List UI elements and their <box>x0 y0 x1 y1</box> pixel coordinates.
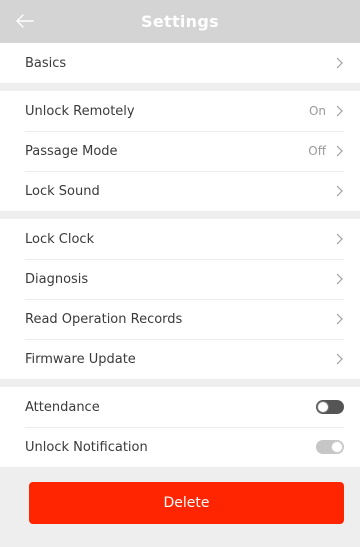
chevron-right-icon <box>334 104 344 118</box>
attendance-label: Attendance <box>25 399 100 415</box>
basics-label: Basics <box>25 55 67 71</box>
back-button[interactable] <box>12 8 38 34</box>
chevron-right-icon <box>334 352 344 366</box>
chevron-right-icon <box>334 56 344 70</box>
access-group: Unlock Remotely On Passage Mode Off Lock… <box>0 91 360 211</box>
passage-mode-label: Passage Mode <box>25 143 118 159</box>
delete-button[interactable]: Delete <box>29 482 344 524</box>
lock-clock-row[interactable]: Lock Clock <box>0 219 360 259</box>
firmware-update-row[interactable]: Firmware Update <box>0 339 360 379</box>
section-divider <box>0 83 360 91</box>
chevron-right-icon <box>334 184 344 198</box>
passage-mode-row[interactable]: Passage Mode Off <box>0 131 360 171</box>
lock-sound-label: Lock Sound <box>25 183 100 199</box>
page-title: Settings <box>141 12 219 31</box>
footer: Delete <box>0 467 360 524</box>
unlock-notification-label: Unlock Notification <box>25 439 148 455</box>
unlock-remotely-value: On <box>308 104 326 118</box>
maintenance-group: Lock Clock Diagnosis Read Operation Reco… <box>0 219 360 379</box>
diagnosis-label: Diagnosis <box>25 271 89 287</box>
back-arrow-icon <box>16 14 34 28</box>
diagnosis-row[interactable]: Diagnosis <box>0 259 360 299</box>
read-operation-records-row[interactable]: Read Operation Records <box>0 299 360 339</box>
unlock-remotely-label: Unlock Remotely <box>25 103 135 119</box>
chevron-right-icon <box>334 312 344 326</box>
lock-sound-row[interactable]: Lock Sound <box>0 171 360 211</box>
header-bar: Settings <box>0 0 360 43</box>
chevron-right-icon <box>334 272 344 286</box>
unlock-remotely-row[interactable]: Unlock Remotely On <box>0 91 360 131</box>
attendance-toggle[interactable] <box>316 400 344 414</box>
basics-group: Basics <box>0 43 360 83</box>
chevron-right-icon <box>334 144 344 158</box>
unlock-notification-row: Unlock Notification <box>0 427 360 467</box>
read-operation-records-label: Read Operation Records <box>25 311 183 327</box>
section-divider <box>0 211 360 219</box>
lock-clock-label: Lock Clock <box>25 231 95 247</box>
attendance-row: Attendance <box>0 387 360 427</box>
chevron-right-icon <box>334 232 344 246</box>
toggle-knob <box>331 441 343 453</box>
section-divider <box>0 379 360 387</box>
basics-row[interactable]: Basics <box>0 43 360 83</box>
unlock-notification-toggle[interactable] <box>316 440 344 454</box>
toggles-group: Attendance Unlock Notification <box>0 387 360 467</box>
toggle-knob <box>317 401 329 413</box>
firmware-update-label: Firmware Update <box>25 351 136 367</box>
passage-mode-value: Off <box>308 144 326 158</box>
